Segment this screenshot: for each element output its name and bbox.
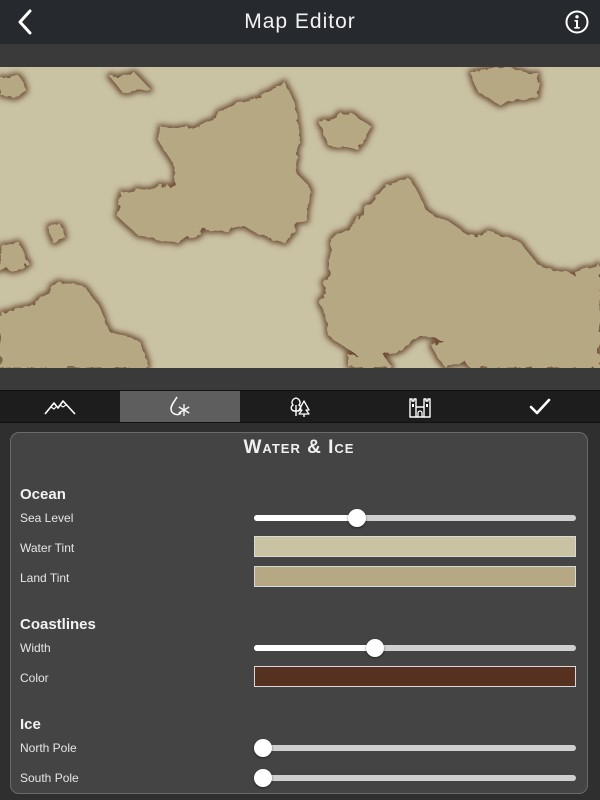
map-bottom-margin bbox=[0, 368, 600, 390]
info-button[interactable] bbox=[564, 9, 590, 35]
mountains-icon bbox=[44, 399, 76, 415]
slider-track bbox=[254, 745, 576, 751]
tab-water-ice[interactable] bbox=[120, 391, 240, 422]
south-pole-slider[interactable] bbox=[254, 768, 576, 788]
map-preview[interactable] bbox=[0, 67, 600, 368]
section-ocean-heading: Ocean bbox=[20, 486, 66, 503]
coast-width-label: Width bbox=[20, 641, 51, 655]
slider-knob[interactable] bbox=[254, 769, 272, 787]
land-tint-label: Land Tint bbox=[20, 571, 70, 585]
north-pole-label: North Pole bbox=[20, 741, 77, 755]
slider-fill bbox=[254, 645, 376, 651]
trees-icon bbox=[290, 396, 310, 417]
info-circle-icon bbox=[565, 10, 589, 34]
land-tint-swatch[interactable] bbox=[254, 566, 576, 587]
map-top-margin bbox=[0, 44, 600, 67]
coast-width-slider[interactable] bbox=[254, 638, 576, 658]
slider-knob[interactable] bbox=[254, 739, 272, 757]
checkmark-icon bbox=[529, 398, 551, 414]
tab-done[interactable] bbox=[480, 391, 600, 422]
slider-knob[interactable] bbox=[366, 639, 385, 657]
slider-track bbox=[254, 775, 576, 781]
water-ice-icon bbox=[170, 396, 190, 416]
section-coastlines-heading: Coastlines bbox=[20, 616, 96, 633]
header-bar: Map Editor bbox=[0, 0, 600, 44]
water-tint-label: Water Tint bbox=[20, 541, 75, 555]
sea-level-slider[interactable] bbox=[254, 508, 576, 528]
page-title: Map Editor bbox=[244, 10, 356, 33]
tool-tab-bar bbox=[0, 390, 600, 423]
slider-fill bbox=[254, 515, 358, 521]
castle-icon bbox=[409, 397, 431, 418]
map-canvas bbox=[0, 67, 600, 368]
panel-title: Water & Ice bbox=[243, 437, 355, 458]
slider-knob[interactable] bbox=[348, 509, 367, 527]
tab-settlements[interactable] bbox=[360, 391, 480, 422]
coast-color-label: Color bbox=[20, 671, 49, 685]
section-ice-heading: Ice bbox=[20, 716, 41, 733]
north-pole-slider[interactable] bbox=[254, 738, 576, 758]
coast-color-swatch[interactable] bbox=[254, 666, 576, 687]
south-pole-label: South Pole bbox=[20, 771, 79, 785]
sea-level-label: Sea Level bbox=[20, 511, 74, 525]
settings-panel: Water & Ice Ocean Sea Level Water Tint L… bbox=[10, 432, 588, 794]
tab-vegetation[interactable] bbox=[240, 391, 360, 422]
tab-terrain[interactable] bbox=[0, 391, 120, 422]
water-tint-swatch[interactable] bbox=[254, 536, 576, 557]
